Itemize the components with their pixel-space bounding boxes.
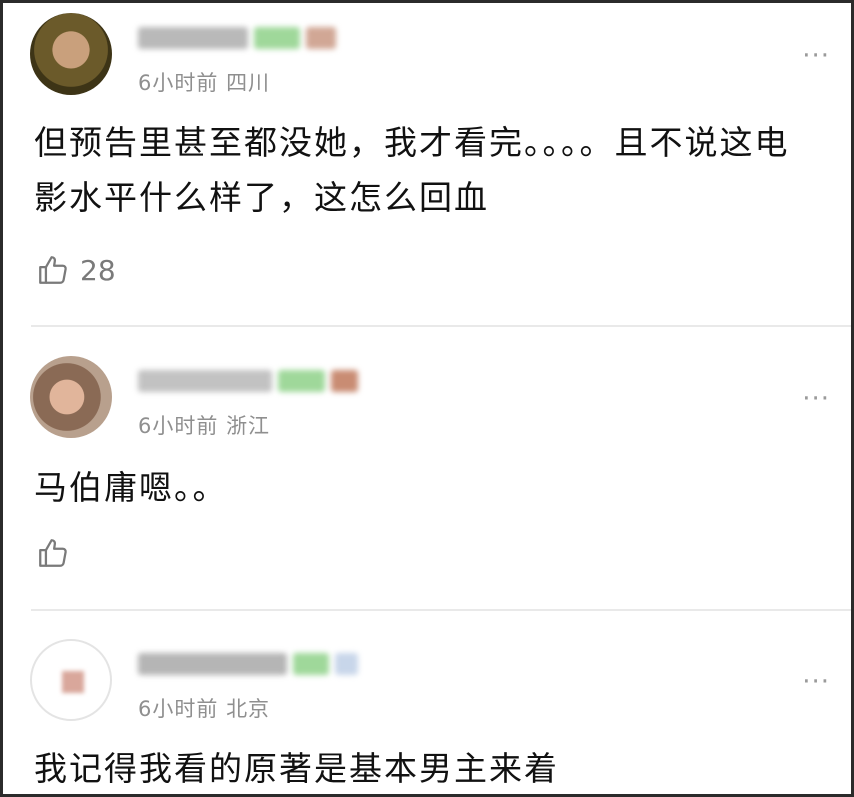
divider bbox=[31, 325, 851, 327]
comment-text: 我记得我看的原著是基本男主来着 bbox=[34, 749, 559, 788]
avatar-image-blurred bbox=[62, 671, 84, 693]
like-button[interactable] bbox=[36, 536, 80, 570]
more-dots-icon[interactable]: ··· bbox=[802, 43, 830, 69]
comment-meta: 6小时前 北京 bbox=[138, 693, 270, 723]
comment-text: 但预告里甚至都没她，我才看完。。。。且不说这电影水平什么样了，这怎么回血 bbox=[34, 123, 790, 217]
username-blurred[interactable] bbox=[138, 368, 358, 394]
avatar[interactable] bbox=[30, 356, 112, 438]
comment-item: 6小时前 北京 ··· 我记得我看的原著是基本男主来着 bbox=[6, 611, 848, 794]
comment-location: 四川 bbox=[226, 71, 271, 95]
comment-meta: 6小时前 浙江 bbox=[138, 410, 270, 440]
avatar[interactable] bbox=[30, 639, 112, 721]
thumbs-up-icon bbox=[39, 256, 67, 284]
comment-location: 浙江 bbox=[226, 414, 271, 438]
username-blurred[interactable] bbox=[138, 25, 358, 51]
comment-meta: 6小时前 四川 bbox=[138, 67, 270, 97]
comment-time: 6小时前 bbox=[138, 71, 219, 95]
avatar[interactable] bbox=[30, 13, 112, 95]
comment-list: 6小时前 四川 ··· 但预告里甚至都没她，我才看完。。。。且不说这电影水平什么… bbox=[0, 0, 854, 797]
like-button[interactable]: 28 bbox=[36, 253, 116, 287]
comment-item: 6小时前 浙江 ··· 马伯庸嗯。。 bbox=[6, 328, 848, 610]
like-count: 28 bbox=[80, 253, 116, 287]
comment-time: 6小时前 bbox=[138, 697, 219, 721]
more-dots-icon[interactable]: ··· bbox=[802, 386, 830, 412]
comment-text: 马伯庸嗯。。 bbox=[34, 468, 228, 507]
comment-location: 北京 bbox=[226, 697, 271, 721]
more-dots-icon[interactable]: ··· bbox=[802, 669, 830, 695]
comment-time: 6小时前 bbox=[138, 414, 219, 438]
thumbs-up-icon bbox=[39, 539, 67, 567]
username-blurred[interactable] bbox=[138, 651, 358, 677]
comment-item: 6小时前 四川 ··· 但预告里甚至都没她，我才看完。。。。且不说这电影水平什么… bbox=[6, 3, 848, 328]
